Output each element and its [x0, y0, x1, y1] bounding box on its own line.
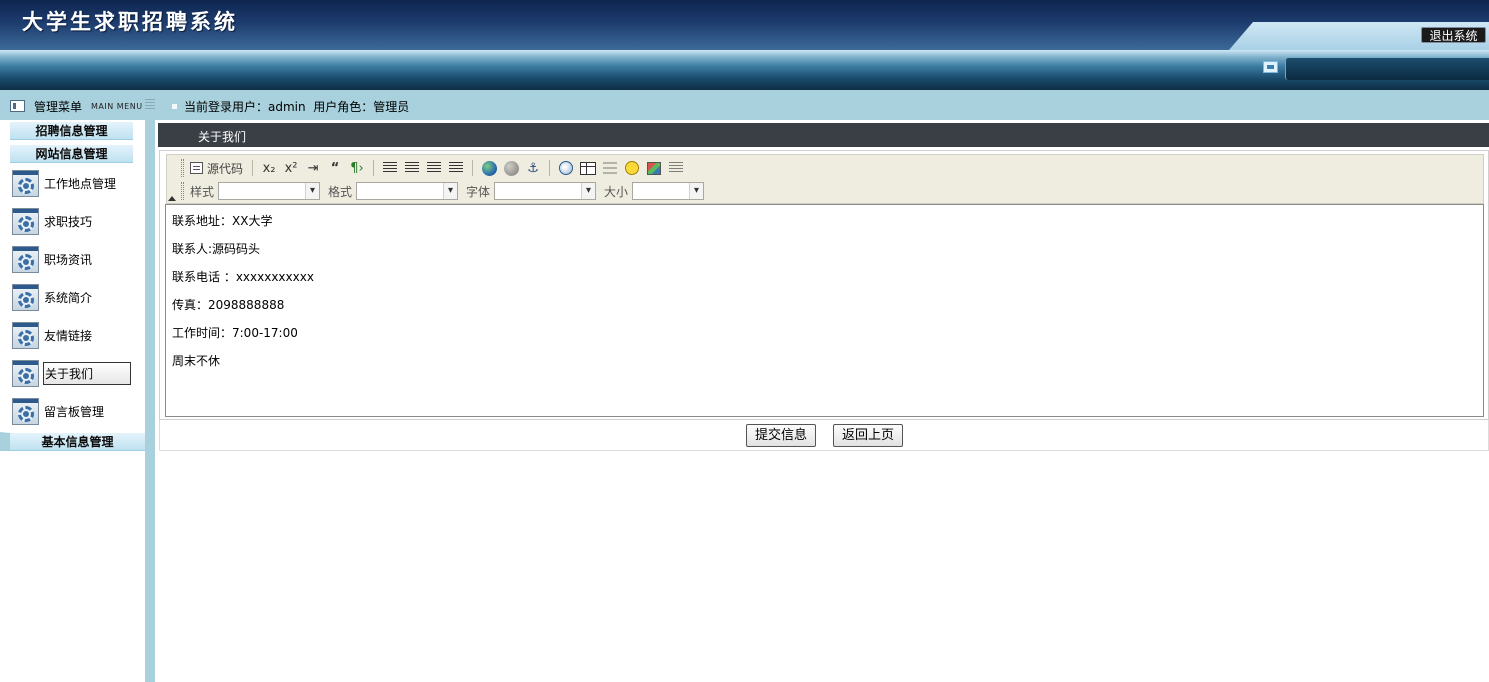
sidebar-item-label: 系统简介: [44, 290, 93, 305]
toolbar-separator: [549, 160, 551, 176]
superscript-icon[interactable]: x²: [280, 158, 302, 178]
toolbar-separator: [373, 160, 375, 176]
source-button[interactable]: 源代码: [188, 158, 247, 178]
menu-title: 管理菜单 MAIN MENU: [10, 98, 143, 114]
gear-icon: [12, 245, 39, 273]
header-banner: 大学生求职招聘系统 退出系统: [0, 0, 1489, 50]
format-label: 格式: [328, 184, 353, 199]
content-line: 联系地址：XX大学: [172, 214, 273, 228]
font-label: 字体: [466, 184, 491, 199]
sidebar-item-job-tips[interactable]: 求职技巧: [12, 206, 137, 236]
page-title: 关于我们: [198, 130, 247, 144]
hr-icon[interactable]: [599, 158, 621, 178]
align-left-icon[interactable]: [379, 158, 401, 178]
sidebar-group-recruitment[interactable]: 招聘信息管理: [10, 121, 133, 140]
header-band: [0, 50, 1489, 90]
sidebar-item-label: 职场资讯: [44, 252, 93, 267]
sidebar-item-work-location[interactable]: 工作地点管理: [12, 168, 137, 198]
gear-icon: [12, 169, 39, 197]
content-line: 工作时间：7:00-17:00: [172, 326, 298, 340]
size-select[interactable]: [632, 182, 705, 200]
align-right-icon[interactable]: [423, 158, 445, 178]
content-line: 联系人:源码码头: [172, 242, 261, 256]
gear-icon: [12, 207, 39, 235]
action-bar: [159, 420, 1489, 451]
sidebar-item-system-intro[interactable]: 系统简介: [12, 282, 137, 312]
align-center-icon[interactable]: [401, 158, 423, 178]
sidebar-rail: [145, 120, 155, 682]
source-label: 源代码: [207, 161, 244, 176]
menu-toggle-icon[interactable]: [145, 99, 155, 109]
sidebar-item-message-board[interactable]: 留言板管理: [12, 396, 137, 426]
gear-icon: [12, 359, 39, 387]
toolbar-row-1: 源代码 x₂ x² ⇥ “ ¶› ⚓: [181, 157, 687, 179]
sidebar-item-label: 求职技巧: [44, 214, 93, 229]
back-button[interactable]: 返回上页: [833, 424, 903, 447]
sidebar-item-about-us[interactable]: 关于我们: [12, 358, 137, 388]
logout-button[interactable]: 退出系统: [1421, 27, 1486, 43]
content-line: 联系电话 ：xxxxxxxxxxx: [172, 270, 314, 284]
toolbar-grip: [181, 182, 184, 200]
submit-button[interactable]: 提交信息: [746, 424, 816, 447]
unlink-icon[interactable]: [500, 158, 522, 178]
anchor-icon[interactable]: ⚓: [522, 158, 544, 178]
sidebar-item-label: 工作地点管理: [44, 176, 117, 191]
menu-panel-icon: [10, 100, 25, 112]
sidebar-group-basic-info[interactable]: 基本信息管理: [0, 432, 145, 451]
bidi-icon[interactable]: ¶›: [346, 158, 368, 178]
align-justify-icon[interactable]: [445, 158, 467, 178]
gear-icon: [12, 321, 39, 349]
sidebar-item-career-news[interactable]: 职场资讯: [12, 244, 137, 274]
toolbar-collapse-icon[interactable]: [168, 196, 176, 201]
style-select[interactable]: [218, 182, 321, 200]
band-field: [1285, 58, 1489, 80]
content-line: 传真：2098888888: [172, 298, 285, 312]
bullet-icon: [172, 104, 177, 109]
system-title: 大学生求职招聘系统: [22, 9, 238, 34]
menu-title-text: 管理菜单: [34, 99, 83, 114]
sidebar-group-site-info[interactable]: 网站信息管理: [10, 144, 133, 163]
font-select[interactable]: [494, 182, 597, 200]
source-icon: [190, 162, 203, 174]
editor-content-area[interactable]: 联系地址：XX大学 联系人:源码码头 联系电话 ：xxxxxxxxxxx 传真：…: [165, 204, 1484, 417]
subscript-icon[interactable]: x₂: [258, 158, 280, 178]
current-user-info: 当前登录用户：admin 用户角色：管理员: [172, 98, 409, 115]
menu-title-en: MAIN MENU: [91, 101, 143, 111]
format-select[interactable]: [356, 182, 459, 200]
sidebar-item-label: 友情链接: [44, 328, 93, 343]
style-label: 样式: [190, 184, 215, 199]
indent-icon[interactable]: ⇥: [302, 158, 324, 178]
sidebar-item-label: 关于我们: [43, 361, 131, 385]
sidebar-item-friend-links[interactable]: 友情链接: [12, 320, 137, 350]
special-char-icon[interactable]: [643, 158, 665, 178]
gear-icon: [12, 283, 39, 311]
smiley-icon[interactable]: [621, 158, 643, 178]
editor-toolbar: 源代码 x₂ x² ⇥ “ ¶› ⚓ 样式 格式 字体 大小: [166, 154, 1484, 204]
size-label: 大小: [604, 184, 629, 199]
flash-icon[interactable]: [555, 158, 577, 178]
page-title-bar: 关于我们: [158, 123, 1489, 147]
content-line: 周末不休: [172, 354, 221, 368]
table-icon[interactable]: [577, 158, 599, 178]
gear-icon: [12, 397, 39, 425]
monitor-icon: [1263, 61, 1278, 73]
toolbar-separator: [472, 160, 474, 176]
blockquote-icon[interactable]: “: [324, 158, 346, 178]
pagebreak-icon[interactable]: [665, 158, 687, 178]
sidebar-item-label: 留言板管理: [44, 404, 105, 419]
toolbar-grip: [181, 159, 184, 177]
toolbar-row-2: 样式 格式 字体 大小: [181, 181, 710, 201]
user-info-text: 当前登录用户：admin 用户角色：管理员: [184, 100, 410, 114]
toolbar-separator: [252, 160, 254, 176]
link-icon[interactable]: [478, 158, 500, 178]
